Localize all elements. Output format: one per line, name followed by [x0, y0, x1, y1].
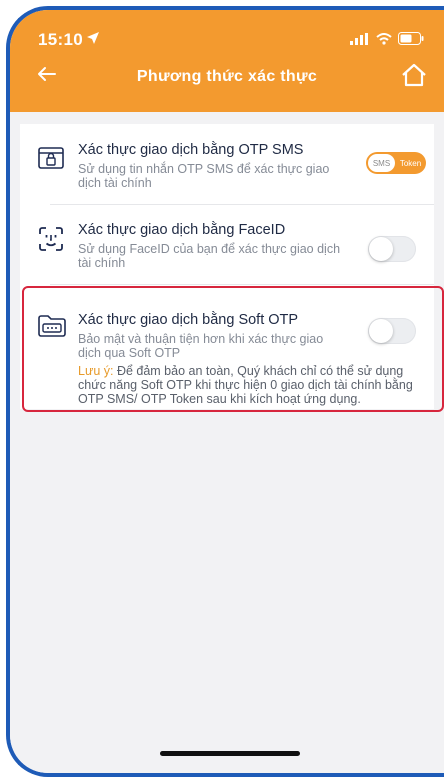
auth-item-otp-sms: Xác thực giao dịch bằng OTP SMS Sử dụng …	[20, 132, 434, 202]
phone-frame: 15:10 Phương thức xác thực Xác thực giao…	[6, 6, 444, 777]
location-arrow-icon	[86, 31, 100, 50]
item-description: Sử dụng FaceID của bạn để xác thực giao …	[78, 242, 341, 270]
item-title: Xác thực giao dịch bằng FaceID	[78, 222, 286, 238]
page-title: Phương thức xác thực	[136, 68, 318, 85]
signal-icon	[350, 32, 370, 50]
battery-icon	[398, 32, 424, 50]
divider	[50, 204, 434, 205]
sms-option[interactable]: SMS	[368, 154, 395, 172]
faceid-icon	[38, 226, 64, 257]
app-header: 15:10 Phương thức xác thực	[10, 10, 444, 112]
sms-token-toggle[interactable]: SMS Token	[366, 152, 426, 174]
item-title: Xác thực giao dịch bằng OTP SMS	[78, 142, 304, 158]
status-time: 15:10	[38, 30, 83, 49]
browser-lock-icon	[38, 146, 64, 175]
token-option[interactable]: Token	[395, 159, 426, 168]
highlight-box	[22, 286, 444, 412]
divider	[50, 284, 434, 285]
faceid-toggle[interactable]	[368, 236, 416, 262]
home-icon[interactable]	[400, 62, 428, 93]
auth-item-faceid: Xác thực giao dịch bằng FaceID Sử dụng F…	[20, 212, 434, 282]
item-description: Sử dụng tin nhắn OTP SMS để xác thực gia…	[78, 162, 330, 190]
toggle-knob	[369, 237, 393, 261]
content-area: Xác thực giao dịch bằng OTP SMS Sử dụng …	[10, 112, 444, 773]
wifi-icon	[376, 32, 392, 50]
home-indicator	[160, 751, 300, 756]
status-indicators	[350, 32, 424, 50]
